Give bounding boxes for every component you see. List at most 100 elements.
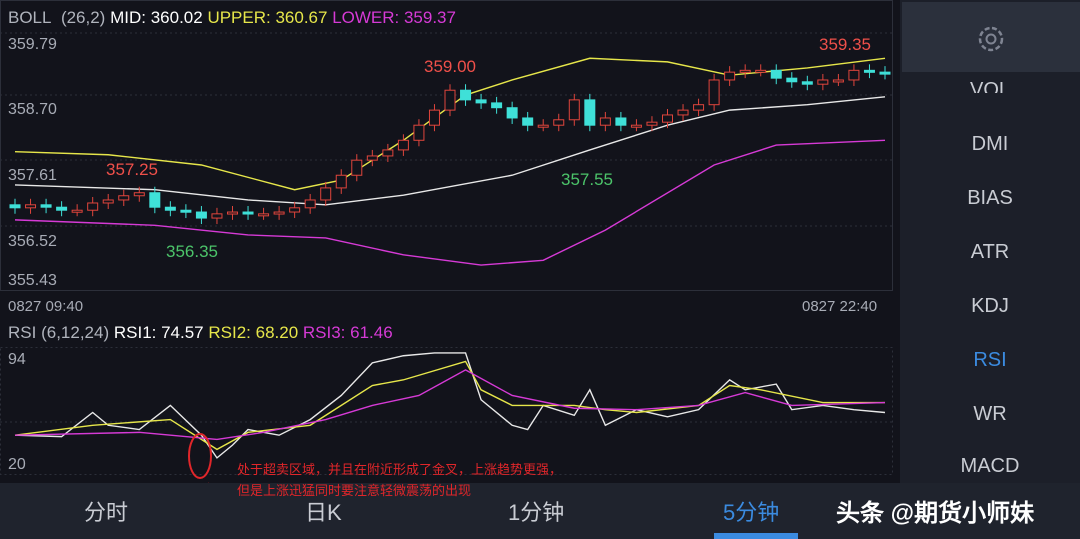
tab-daily[interactable]: 日K — [305, 495, 342, 527]
candle — [491, 102, 503, 109]
watermark: 头条 @期货小师妹 — [836, 500, 1035, 527]
candle — [382, 149, 394, 157]
candle — [553, 119, 565, 126]
candle — [755, 69, 767, 73]
candle — [770, 69, 782, 79]
price-label: 359.79 — [8, 36, 57, 53]
candle — [273, 211, 285, 215]
candle — [413, 124, 425, 141]
sidebar-item-macd[interactable]: MACD — [900, 455, 1080, 483]
candle — [102, 199, 114, 204]
candle — [817, 79, 829, 85]
sidebar-item-bias[interactable]: BIAS — [900, 187, 1080, 210]
annotation-high: 359.35 — [819, 35, 871, 54]
tab-timeshare[interactable]: 分时 — [84, 495, 128, 527]
period-tabs: 分时 日K 1分钟 5分钟 头条 @期货小师妹 — [0, 483, 1080, 539]
candle — [786, 77, 798, 83]
candle — [599, 117, 611, 126]
candle — [724, 71, 736, 81]
candle — [149, 192, 161, 208]
gear-icon — [978, 26, 1004, 52]
candle — [180, 209, 192, 213]
price-label: 356.52 — [8, 233, 57, 250]
candle — [118, 195, 130, 201]
rsi-line-rsi3 — [14, 369, 886, 441]
boll-upper: UPPER: 360.67 — [207, 8, 328, 27]
settings-button[interactable] — [902, 2, 1080, 72]
candle — [832, 79, 844, 83]
candle — [40, 204, 52, 208]
candle — [351, 159, 363, 176]
boll-mid: MID: 360.02 — [110, 8, 203, 27]
candle — [693, 104, 705, 111]
rsi-label: 20 — [8, 456, 26, 473]
candle — [739, 69, 751, 73]
candle — [56, 206, 68, 211]
candle — [227, 211, 238, 215]
candle — [677, 109, 689, 116]
sidebar-item-atr[interactable]: ATR — [900, 241, 1080, 264]
candle — [879, 71, 891, 75]
rsi3-value: RSI3: 61.46 — [302, 323, 393, 342]
sidebar-item-dmi[interactable]: DMI — [900, 133, 1080, 156]
candle — [335, 174, 347, 189]
sidebar-item-wr[interactable]: WR — [900, 403, 1080, 426]
rsi-plot — [14, 352, 886, 459]
candle — [863, 69, 875, 73]
candle — [71, 209, 83, 213]
annotation-text: 处于超卖区域，并且在附近形成了金叉，上涨趋势更强， — [237, 462, 563, 477]
boll-name: BOLL — [8, 8, 52, 27]
candle — [242, 211, 254, 215]
candle — [584, 99, 596, 126]
candle — [211, 213, 223, 219]
candle — [848, 69, 860, 81]
rsi-name: RSI — [8, 323, 37, 342]
sidebar-item-rsi[interactable]: RSI — [900, 349, 1080, 372]
candle — [568, 99, 580, 121]
candle — [164, 206, 176, 211]
sidebar-item-kdj[interactable]: KDJ — [900, 295, 1080, 318]
candle — [195, 211, 207, 219]
rsi-label: 94 — [8, 351, 26, 368]
candle — [87, 202, 99, 211]
candle — [366, 155, 378, 161]
candle — [304, 199, 316, 209]
annotation-high: 359.00 — [424, 57, 476, 76]
candle — [320, 187, 332, 201]
candle — [25, 204, 37, 209]
tab-5min[interactable]: 5分钟 — [723, 495, 779, 527]
boll-params: (26,2) — [60, 8, 106, 27]
candle — [444, 89, 456, 111]
tab-1min[interactable]: 1分钟 — [508, 495, 564, 527]
candle — [258, 213, 270, 217]
candle — [428, 109, 440, 126]
candle — [708, 79, 720, 106]
candle — [630, 124, 642, 128]
candle — [522, 117, 534, 126]
candle — [646, 121, 658, 126]
annotation-text: 但是上涨迅猛同时要注意轻微震荡的出现 — [237, 483, 472, 498]
active-tab-indicator — [714, 533, 798, 539]
annotation-low: 357.55 — [561, 170, 613, 189]
candle — [9, 204, 21, 209]
candle — [460, 89, 472, 101]
time-start: 0827 09:40 — [8, 298, 84, 315]
candle — [506, 107, 518, 119]
sidebar-item-vol[interactable]: VOL — [900, 79, 1080, 93]
rsi1-value: RSI1: 74.57 — [113, 323, 204, 342]
rsi-params: (6,12,24) — [41, 323, 110, 342]
rsi-line-rsi2 — [14, 360, 885, 451]
annotation-ellipse — [188, 433, 212, 479]
boll-lower: LOWER: 359.37 — [332, 8, 456, 27]
candle — [537, 124, 549, 128]
rsi-header: RSI (6,12,24) RSI1: 74.57 RSI2: 68.20 RS… — [8, 323, 393, 343]
candle — [397, 139, 409, 151]
annotation-high: 357.25 — [106, 160, 158, 179]
price-label: 355.43 — [8, 272, 57, 289]
candle — [475, 99, 487, 104]
candle — [801, 81, 813, 85]
candle — [133, 192, 145, 197]
time-end: 0827 22:40 — [802, 298, 878, 315]
candle — [289, 207, 301, 213]
annotation-low: 356.35 — [166, 242, 218, 261]
